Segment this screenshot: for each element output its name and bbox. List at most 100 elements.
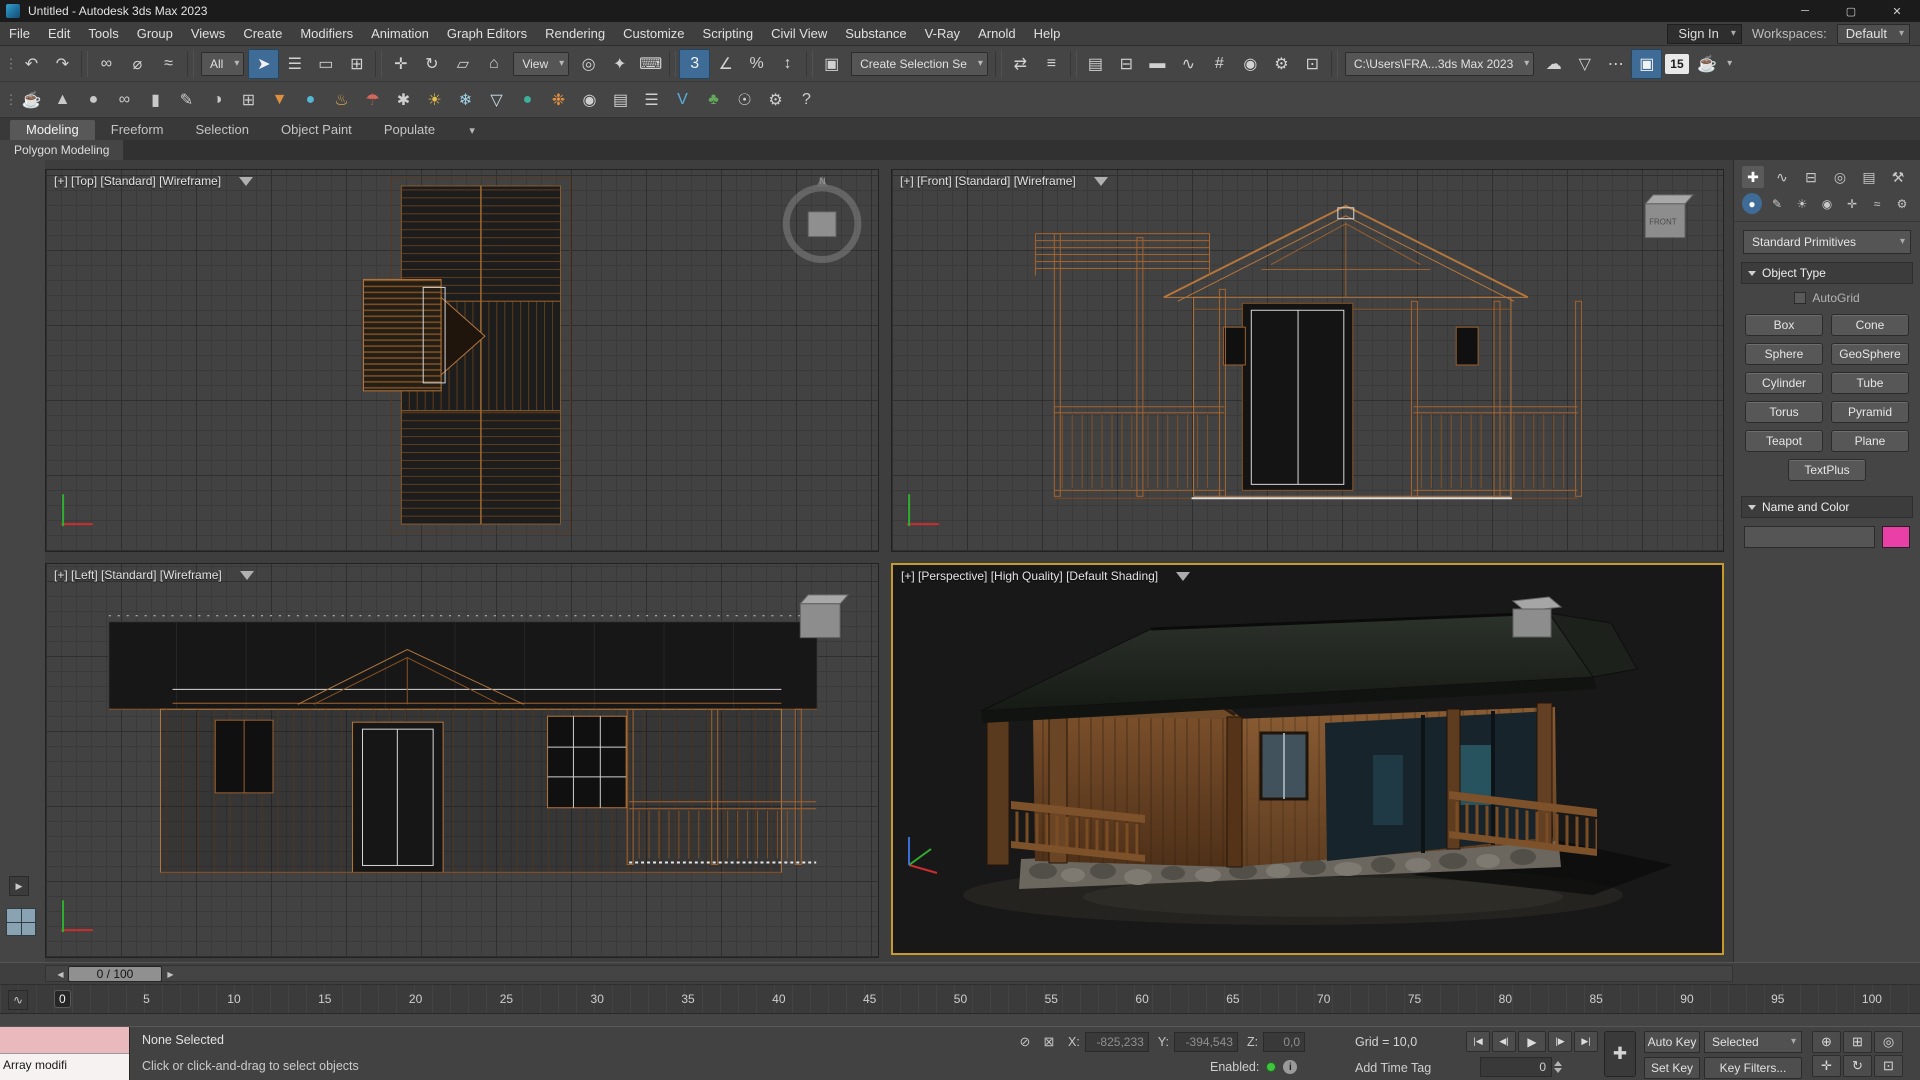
material-editor-icon[interactable]: ◉ — [1235, 49, 1266, 79]
time-slider-handle[interactable]: 0 / 100 — [68, 966, 162, 982]
primitive-button[interactable]: Teapot — [1745, 430, 1823, 452]
redo-icon[interactable]: ↷ — [47, 49, 78, 79]
menu-item[interactable]: Views — [182, 22, 234, 46]
menu-item[interactable]: Help — [1025, 22, 1070, 46]
sun-icon[interactable]: ☀ — [419, 85, 450, 115]
spacewarps-subtab[interactable]: ≈ — [1867, 193, 1887, 214]
set-key-mode-button[interactable]: ✚ — [1604, 1031, 1636, 1077]
menu-item[interactable]: Rendering — [536, 22, 614, 46]
isolate-selection-icon[interactable]: ⊘ — [1015, 1032, 1035, 1052]
viewport-front[interactable]: [+] [Front] [Standard] [Wireframe] FRONT — [891, 169, 1724, 552]
menu-item[interactable]: Scripting — [694, 22, 763, 46]
heat-icon[interactable]: ♨ — [326, 85, 357, 115]
pan-icon[interactable]: ✛ — [1812, 1055, 1841, 1077]
next-frame-arrow[interactable]: ▶ — [164, 967, 177, 981]
tab-freeform[interactable]: Freeform — [95, 120, 180, 140]
separator[interactable] — [81, 50, 88, 77]
settings-icon[interactable]: ⚙ — [760, 85, 791, 115]
viewport-top-label[interactable]: [+] [Top] [Standard] [Wireframe] — [54, 174, 221, 188]
eye-icon[interactable]: ◉ — [574, 85, 605, 115]
select-and-link-icon[interactable]: ∞ — [91, 49, 122, 79]
viewport-filter-icon[interactable] — [239, 570, 254, 580]
utilities-tab[interactable]: ⚒ — [1887, 166, 1909, 188]
viewport-perspective[interactable]: [+] [Perspective] [High Quality] [Defaul… — [891, 563, 1724, 955]
orb-icon[interactable]: ● — [512, 85, 543, 115]
undo-icon[interactable]: ↶ — [16, 49, 47, 79]
auto-key-button[interactable]: Auto Key — [1644, 1031, 1700, 1053]
menu-item[interactable]: Substance — [836, 22, 915, 46]
primitive-button[interactable]: Cylinder — [1745, 372, 1823, 394]
set-key-button[interactable]: Set Key — [1644, 1057, 1700, 1079]
info-icon[interactable]: i — [1283, 1060, 1298, 1074]
menu-item[interactable]: Graph Editors — [438, 22, 536, 46]
select-and-manipulate-icon[interactable]: ✦ — [604, 49, 635, 79]
zoom-extents-icon[interactable]: ◎ — [1874, 1031, 1903, 1053]
umbrella-icon[interactable]: ☂ — [357, 85, 388, 115]
array-icon[interactable]: ⊞ — [233, 85, 264, 115]
name-and-color-rollout[interactable]: Name and Color — [1741, 496, 1913, 518]
bind-to-space-warp-icon[interactable]: ≈ — [153, 49, 184, 79]
hierarchy-tab[interactable]: ⊟ — [1800, 166, 1822, 188]
tab-populate[interactable]: Populate — [368, 120, 451, 140]
teapot-icon[interactable]: ☕ — [16, 85, 47, 115]
menu-item[interactable]: Customize — [614, 22, 693, 46]
render-setup-icon[interactable]: ⚙ — [1266, 49, 1297, 79]
unlink-selection-icon[interactable]: ⌀ — [122, 49, 153, 79]
angle-snap-icon[interactable]: ∠ — [710, 49, 741, 79]
geometry-subtab[interactable]: ● — [1742, 193, 1762, 214]
separator[interactable] — [806, 50, 814, 77]
ribbon-config-icon[interactable]: ▾ — [459, 124, 485, 140]
percent-snap-icon[interactable]: % — [741, 49, 772, 79]
separator[interactable] — [375, 50, 383, 77]
menu-item[interactable]: Arnold — [969, 22, 1025, 46]
primitive-button[interactable]: Plane — [1831, 430, 1909, 452]
lights-subtab[interactable]: ☀ — [1792, 193, 1812, 214]
rendered-frame-window-icon[interactable]: ⊡ — [1297, 49, 1328, 79]
curve-editor-icon[interactable]: ∿ — [1173, 49, 1204, 79]
spinner-arrows[interactable] — [1554, 1061, 1562, 1073]
boolean-icon[interactable]: ◑ — [202, 85, 233, 115]
object-color-swatch[interactable] — [1882, 526, 1910, 548]
primitive-category-dropdown[interactable]: Standard Primitives — [1743, 230, 1911, 254]
frame-buffer-size-badge[interactable]: 15 — [1665, 53, 1689, 74]
cone-icon[interactable]: ▲ — [47, 85, 78, 115]
funnel-tool-icon[interactable]: ▼ — [264, 85, 295, 115]
spinner-snap-icon[interactable]: ↕ — [772, 49, 803, 79]
render-production-icon[interactable]: ☕ — [1692, 49, 1723, 79]
toolbar-grip[interactable]: ⋮ — [4, 49, 18, 79]
render-in-cloud-icon[interactable]: ☁ — [1538, 49, 1569, 79]
menu-item[interactable]: Edit — [39, 22, 79, 46]
cylinder-icon[interactable]: ▮ — [140, 85, 171, 115]
active-shade-icon[interactable]: ▣ — [1631, 48, 1663, 79]
close-button[interactable]: ✕ — [1874, 0, 1920, 22]
viewport-front-label[interactable]: [+] [Front] [Standard] [Wireframe] — [900, 174, 1076, 188]
maximize-viewport-icon[interactable]: ⊡ — [1874, 1055, 1903, 1077]
project-folder-dropdown[interactable]: C:\Users\FRA...3ds Max 2023 — [1344, 51, 1535, 76]
reference-coordinate-dropdown[interactable]: View — [513, 51, 570, 76]
select-and-rotate-icon[interactable]: ↻ — [416, 49, 447, 79]
separator[interactable] — [1069, 50, 1077, 77]
previous-frame-arrow[interactable]: ◀ — [54, 967, 67, 981]
y-coordinate-field[interactable]: -394,543 — [1173, 1032, 1238, 1052]
modify-tab[interactable]: ∿ — [1771, 166, 1793, 188]
menu-item[interactable]: Group — [128, 22, 182, 46]
cameras-subtab[interactable]: ◉ — [1817, 193, 1837, 214]
schematic-view-icon[interactable]: # — [1204, 49, 1235, 79]
viewport-filter-icon[interactable] — [1176, 571, 1191, 581]
orbit-icon[interactable]: ↻ — [1843, 1055, 1872, 1077]
track-bar[interactable]: ∿ 0 5 10 15 20 25 30 35 40 45 50 55 60 65 70 75 80 85 90 95… — [0, 984, 1920, 1014]
menu-item[interactable]: V-Ray — [916, 22, 969, 46]
spline-icon[interactable]: ✎ — [171, 85, 202, 115]
create-tab[interactable]: ✚ — [1742, 166, 1764, 188]
primitive-button[interactable]: Cone — [1831, 314, 1909, 336]
menu-item[interactable]: File — [0, 22, 39, 46]
object-type-rollout[interactable]: Object Type — [1741, 262, 1913, 284]
viewport-filter-icon[interactable] — [1093, 176, 1108, 186]
viewport-filter-icon[interactable] — [239, 176, 254, 186]
tab-selection[interactable]: Selection — [180, 120, 265, 140]
previous-frame-button[interactable]: ◀| — [1492, 1031, 1516, 1052]
select-by-name-icon[interactable]: ☰ — [279, 49, 310, 79]
separator[interactable] — [994, 50, 1002, 77]
select-and-place-icon[interactable]: ⌂ — [478, 49, 509, 79]
menu-item[interactable]: Tools — [79, 22, 127, 46]
